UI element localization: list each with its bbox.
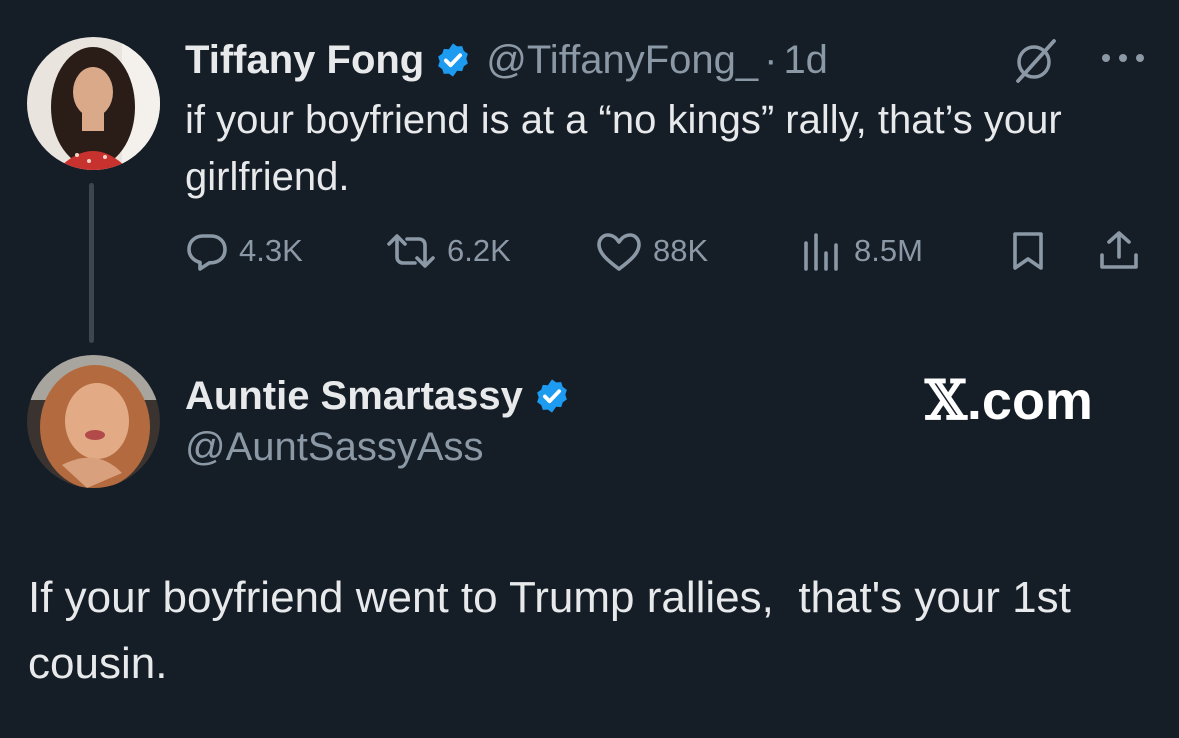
views-button[interactable]: 8.5M [800,225,923,277]
x-logo-mark: 𝕏 [925,368,967,432]
more-icon[interactable] [1098,48,1148,68]
tweet2-header: Auntie Smartassy [185,370,571,422]
grok-icon[interactable] [1010,37,1060,83]
verified-badge-icon[interactable] [434,41,472,79]
avatar-image [27,355,160,488]
tweet1-action-bar: 4.3K 6.2K 88K 8.5M [185,225,1155,277]
tweet2-handle[interactable]: @AuntSassyAss [185,425,484,470]
tweet1-handle[interactable]: @TiffanyFong_ [486,38,758,83]
views-icon [804,233,838,271]
tweet1-separator: · [764,37,778,82]
bookmark-button[interactable] [1008,225,1048,277]
avatar-auntie-smartassy[interactable] [27,355,160,488]
reply-count: 4.3K [239,233,303,268]
share-icon [1100,231,1138,269]
reply-button[interactable]: 4.3K [185,225,303,277]
retweet-button[interactable]: 6.2K [385,225,511,277]
tweet2-author-name[interactable]: Auntie Smartassy [185,374,523,419]
bookmark-icon [1013,232,1043,270]
thread-connector-line [89,183,94,343]
retweet-count: 6.2K [447,233,511,268]
retweet-icon [387,234,435,268]
verified-badge-icon[interactable] [533,377,571,415]
x-com-watermark: 𝕏.com [925,368,1093,432]
like-button[interactable]: 88K [595,225,708,277]
avatar-image [27,37,160,170]
tweet1-text: if your boyfriend is at a “no kings” ral… [185,98,1062,199]
like-icon [597,233,641,271]
like-count: 88K [653,233,709,268]
tweet1-header: Tiffany Fong @TiffanyFong_ · 1d [185,34,828,86]
reply-icon [187,234,227,271]
avatar-tiffany-fong[interactable] [27,37,160,170]
tweet2-text: If your boyfriend went to Trump rallies,… [28,573,1084,688]
tweet1-author-name[interactable]: Tiffany Fong [185,38,424,83]
views-count: 8.5M [854,233,923,268]
share-button[interactable] [1097,225,1141,277]
tweet1-timestamp[interactable]: 1d [783,38,828,83]
watermark-text: .com [966,371,1093,431]
